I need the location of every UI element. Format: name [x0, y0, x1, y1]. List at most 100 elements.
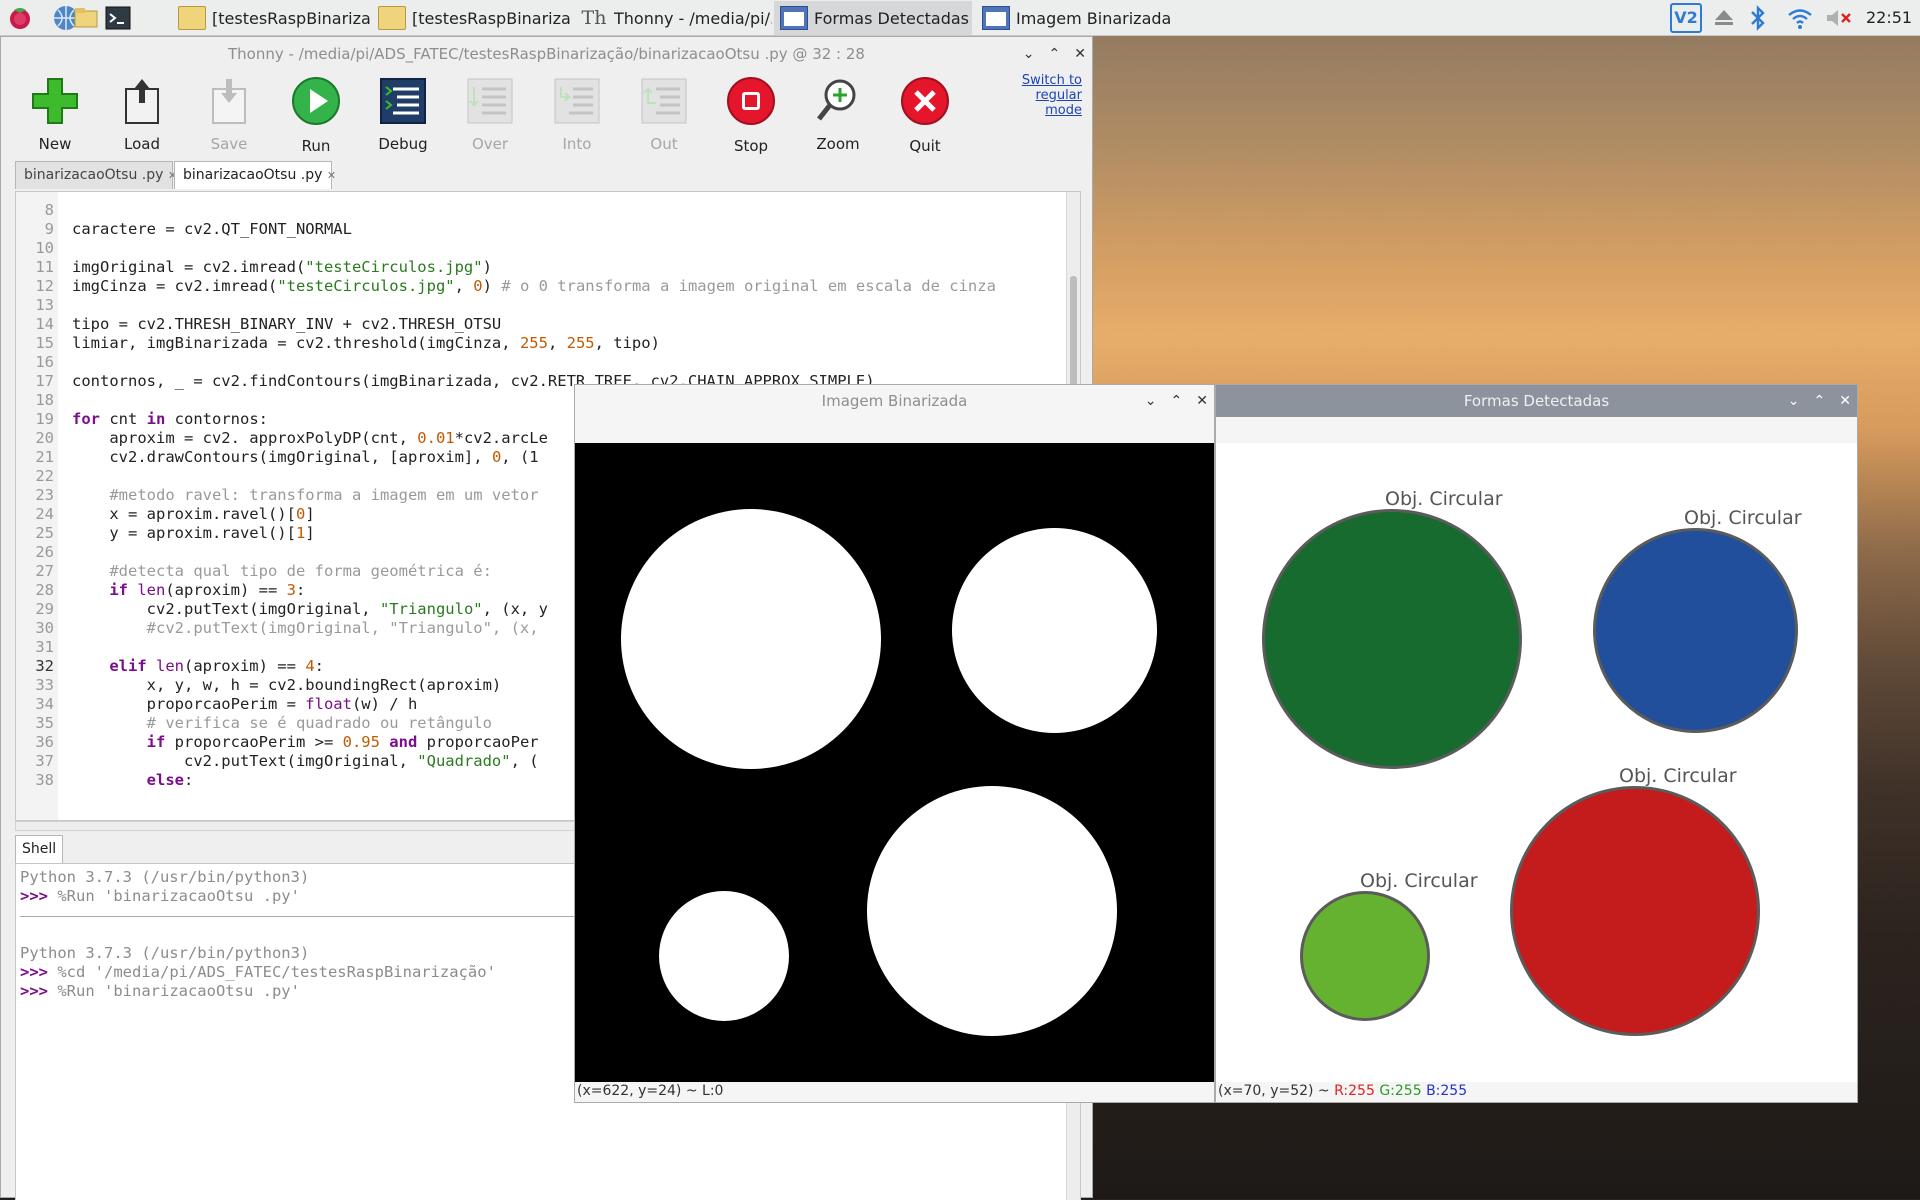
- code-line: imgOriginal = cv2.imread("testeCirculos.…: [72, 258, 492, 276]
- task-label: Thonny - /media/pi/...: [614, 8, 772, 28]
- stop-icon: [725, 77, 777, 129]
- code-line: elif len(aproxim) == 4:: [72, 657, 324, 675]
- shapes-titlebar[interactable]: Formas Detectadas: [1216, 385, 1857, 417]
- code-line: imgCinza = cv2.imread("testeCirculos.jpg…: [72, 277, 996, 295]
- close-icon[interactable]: ✕: [1196, 393, 1208, 409]
- blue-circle: [1593, 528, 1798, 733]
- plus-icon: [29, 75, 81, 127]
- line-number: 20: [35, 429, 54, 447]
- zoom-label: Zoom: [816, 135, 860, 153]
- task-thonny[interactable]: Th Thonny - /media/pi/...: [574, 1, 772, 35]
- task-label: Formas Detectadas: [814, 8, 969, 28]
- line-number: 10: [35, 239, 54, 257]
- line-number: 26: [35, 543, 54, 561]
- code-line: if len(aproxim) == 3:: [72, 581, 306, 599]
- code-line: #cv2.putText(imgOriginal, "Triangulo", (…: [72, 619, 539, 637]
- line-number: 29: [35, 600, 54, 618]
- out-label: Out: [650, 135, 678, 153]
- terminal-icon[interactable]: [104, 4, 132, 32]
- file-manager-icon[interactable]: [72, 4, 100, 32]
- shape-label: Obj. Circular: [1385, 488, 1503, 510]
- over-label: Over: [471, 135, 509, 153]
- line-number: 11: [35, 258, 54, 276]
- line-number: 34: [35, 695, 54, 713]
- quit-button[interactable]: Quit: [887, 75, 963, 185]
- line-number: 25: [35, 524, 54, 542]
- tab-close-icon[interactable]: ✕: [327, 169, 336, 182]
- window-icon: [780, 6, 808, 30]
- code-line: cv2.drawContours(imgOriginal, [aproxim],…: [72, 448, 539, 466]
- code-line: for cnt in contornos:: [72, 410, 268, 428]
- code-line: limiar, imgBinarizada = cv2.threshold(im…: [72, 334, 660, 352]
- close-icon[interactable]: ✕: [1839, 393, 1851, 409]
- editor-tab-1[interactable]: binarizacaoOtsu .py ✕: [15, 161, 177, 189]
- zoom-button[interactable]: Zoom: [800, 75, 876, 185]
- line-number: 30: [35, 619, 54, 637]
- detected-shapes-image[interactable]: Obj. Circular Obj. Circular Obj. Circula…: [1216, 443, 1857, 1082]
- maximize-icon[interactable]: ⌃: [1814, 393, 1826, 409]
- shape-label: Obj. Circular: [1360, 870, 1478, 892]
- detected-shapes-window: Formas Detectadas ⌄ ⌃ ✕ Obj. Circular Ob…: [1215, 384, 1858, 1103]
- code-line: #metodo ravel: transforma a imagem em um…: [72, 486, 539, 504]
- line-number: 38: [35, 771, 54, 789]
- debug-button[interactable]: Debug: [365, 75, 441, 185]
- window-controls: ⌄ ⌃ ✕: [1145, 385, 1208, 417]
- folder-icon: [178, 6, 206, 30]
- minimize-icon[interactable]: ⌄: [1023, 46, 1035, 62]
- zoom-icon: [812, 75, 864, 127]
- close-icon[interactable]: ✕: [1074, 46, 1086, 62]
- save-label: Save: [210, 135, 248, 153]
- line-number: 14: [35, 315, 54, 333]
- white-circle: [867, 786, 1117, 1036]
- minimize-icon[interactable]: ⌄: [1788, 393, 1800, 409]
- eject-icon[interactable]: [1712, 8, 1736, 28]
- raspberry-menu-icon[interactable]: [6, 4, 34, 32]
- folder-icon: [378, 6, 406, 30]
- code-line: if proporcaoPerim >= 0.95 and proporcaoP…: [72, 733, 539, 751]
- task-imagem-binarizada[interactable]: Imagem Binarizada: [976, 1, 1174, 35]
- code-line: #detecta qual tipo de forma geométrica é…: [72, 562, 492, 580]
- editor-tab-2[interactable]: binarizacaoOtsu .py ✕: [174, 161, 336, 189]
- red-circle: [1510, 786, 1760, 1036]
- shape-label: Obj. Circular: [1684, 507, 1802, 529]
- white-circle: [621, 509, 881, 769]
- task-folder-2[interactable]: [testesRaspBinarizaç...: [372, 1, 570, 35]
- switch-mode-link[interactable]: Switch to regular mode: [1002, 73, 1082, 118]
- line-number: 16: [35, 353, 54, 371]
- minimize-icon[interactable]: ⌄: [1145, 393, 1157, 409]
- step-out-button[interactable]: Out: [626, 75, 702, 185]
- window-title: Imagem Binarizada: [821, 392, 968, 410]
- wifi-icon[interactable]: [1786, 6, 1814, 30]
- line-number: 32: [35, 657, 54, 675]
- line-number: 31: [35, 638, 54, 656]
- vnc-icon[interactable]: V2: [1670, 3, 1702, 33]
- shell-tab[interactable]: Shell: [15, 835, 64, 863]
- bluetooth-icon[interactable]: [1748, 5, 1768, 31]
- clock[interactable]: 22:51: [1866, 0, 1912, 36]
- maximize-icon[interactable]: ⌃: [1171, 393, 1183, 409]
- line-number: 37: [35, 752, 54, 770]
- task-label: [testesRaspBinarizaç...: [412, 8, 570, 28]
- step-over-button[interactable]: Over: [452, 75, 528, 185]
- task-folder-1[interactable]: [testesRaspBinarizaç...: [172, 1, 370, 35]
- code-line: # verifica se é quadrado ou retângulo: [72, 714, 492, 732]
- binarized-image[interactable]: [575, 443, 1214, 1082]
- binarized-titlebar[interactable]: Imagem Binarizada: [575, 385, 1214, 417]
- into-label: Into: [562, 135, 592, 153]
- line-number: 35: [35, 714, 54, 732]
- line-number: 27: [35, 562, 54, 580]
- code-line: x, y, w, h = cv2.boundingRect(aproxim): [72, 676, 502, 694]
- code-line: else:: [72, 771, 194, 789]
- binarized-image-window: Imagem Binarizada ⌄ ⌃ ✕ (x=622, y=24) ~ …: [574, 384, 1215, 1103]
- line-number: 17: [35, 372, 54, 390]
- volume-muted-icon[interactable]: [1824, 8, 1854, 28]
- code-line: caractere = cv2.QT_FONT_NORMAL: [72, 220, 352, 238]
- line-number: 12: [35, 277, 54, 295]
- step-into-button[interactable]: Into: [539, 75, 615, 185]
- thonny-titlebar[interactable]: Thonny - /media/pi/ADS_FATEC/testesRaspB…: [1, 37, 1092, 71]
- taskbar: [testesRaspBinarizaç... [testesRaspBinar…: [0, 0, 1920, 36]
- white-circle: [659, 891, 789, 1021]
- stop-button[interactable]: Stop: [713, 75, 789, 185]
- task-formas-detectadas[interactable]: Formas Detectadas: [774, 1, 972, 35]
- maximize-icon[interactable]: ⌃: [1049, 46, 1061, 62]
